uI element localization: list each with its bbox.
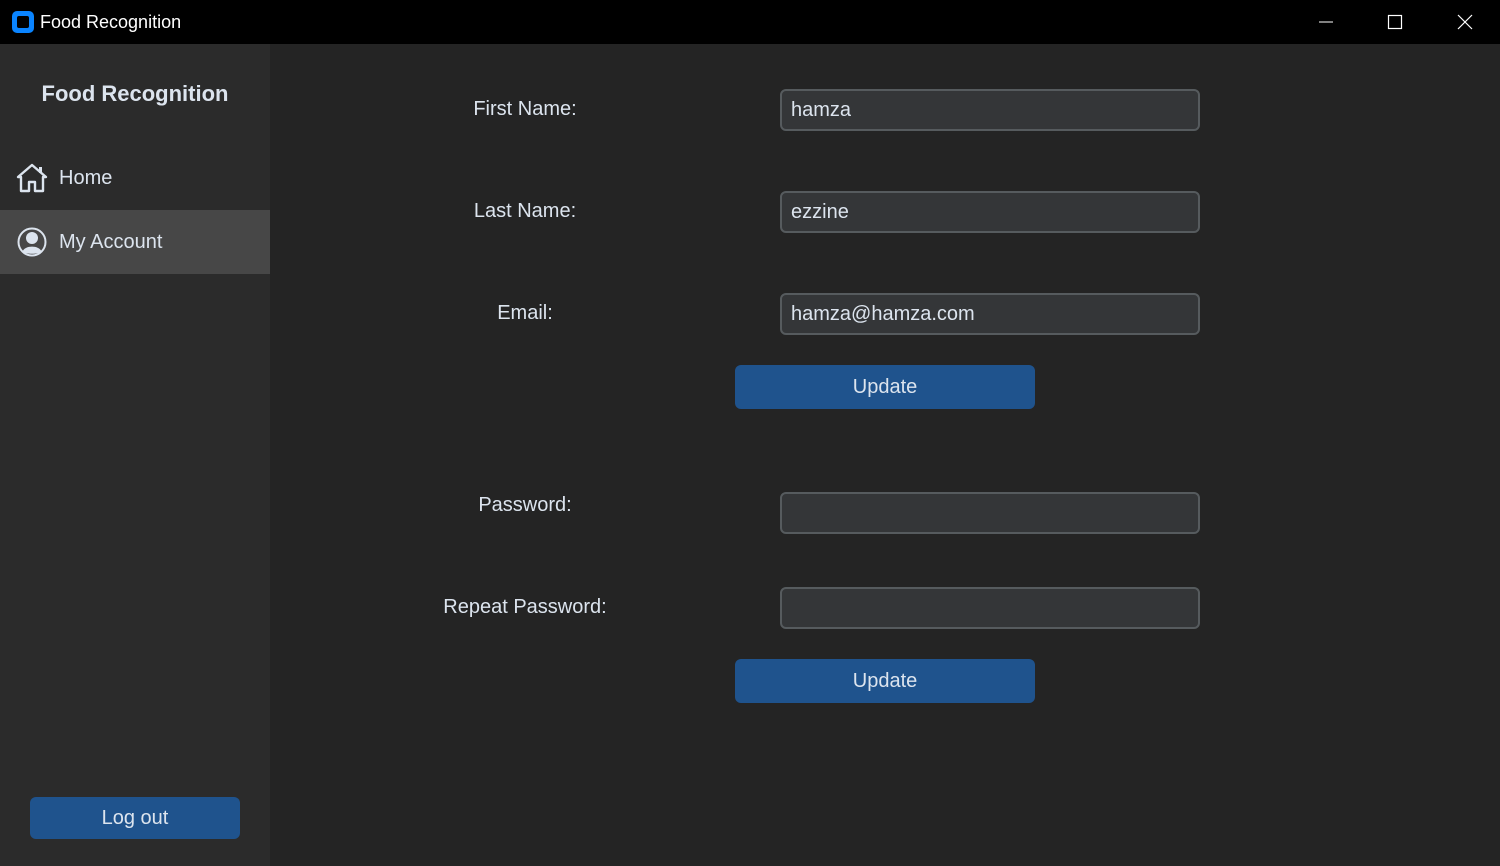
sidebar: Food Recognition Home My Account Log out — [0, 44, 270, 866]
maximize-icon — [1387, 14, 1403, 30]
close-icon — [1457, 14, 1473, 30]
app-icon — [12, 11, 34, 33]
sidebar-title: Food Recognition — [41, 81, 229, 106]
logout-button[interactable]: Log out — [30, 797, 240, 839]
sidebar-item-label: My Account — [59, 230, 163, 253]
minimize-icon — [1319, 21, 1333, 23]
repeat-password-label: Repeat Password: — [443, 596, 607, 618]
minimize-button[interactable] — [1291, 0, 1361, 44]
email-field[interactable] — [780, 293, 1200, 335]
sidebar-item-home[interactable]: Home — [0, 146, 270, 210]
repeat-password-field[interactable] — [780, 587, 1200, 629]
update-password-button[interactable]: Update — [735, 659, 1035, 703]
title-bar[interactable]: Food Recognition — [0, 0, 1500, 44]
last-name-field[interactable] — [780, 191, 1200, 233]
sidebar-item-my-account[interactable]: My Account — [0, 210, 270, 274]
sidebar-item-label: Home — [59, 166, 113, 189]
password-label: Password: — [478, 494, 572, 516]
app-window: Food Recognition Food Recognition Home M… — [0, 0, 1500, 866]
first-name-field[interactable] — [780, 89, 1200, 131]
update-profile-button[interactable]: Update — [735, 365, 1035, 409]
first-name-label: First Name: — [473, 98, 577, 120]
email-label: Email: — [497, 302, 553, 324]
maximize-button[interactable] — [1360, 0, 1430, 44]
home-icon — [16, 163, 48, 193]
window-title: Food Recognition — [40, 12, 182, 32]
last-name-label: Last Name: — [473, 200, 577, 222]
password-field[interactable] — [780, 492, 1200, 534]
user-icon — [17, 227, 47, 257]
close-button[interactable] — [1430, 0, 1500, 44]
